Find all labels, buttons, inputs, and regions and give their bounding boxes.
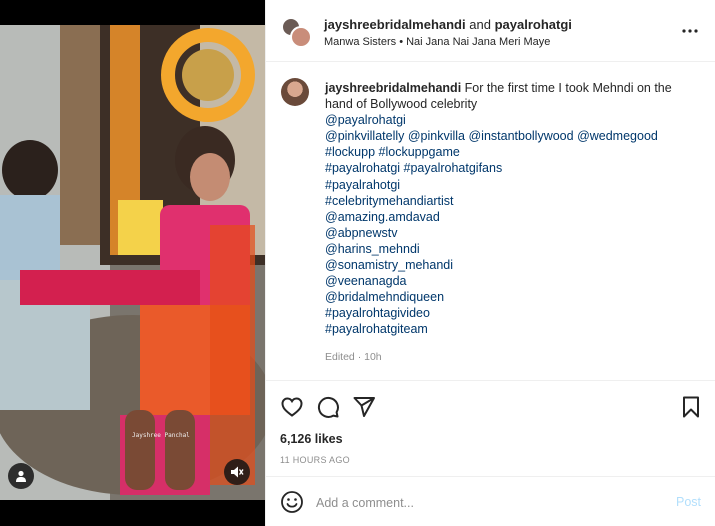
mute-toggle-button[interactable] bbox=[224, 459, 250, 485]
emoji-button[interactable] bbox=[280, 490, 304, 514]
video-watermark: Jayshree Panchal bbox=[132, 432, 190, 439]
save-button[interactable] bbox=[679, 395, 703, 419]
caption-tag-line[interactable]: #payalrohatgiteam bbox=[325, 321, 697, 337]
collab-avatars[interactable] bbox=[281, 17, 313, 49]
authors-connector: and bbox=[469, 17, 491, 32]
caption-tag-line[interactable]: @payalrohatgi bbox=[325, 112, 697, 128]
post-authors: jayshreebridalmehandi and payalrohatgi bbox=[324, 17, 572, 32]
post-header: jayshreebridalmehandi and payalrohatgi M… bbox=[266, 0, 715, 62]
caption-tag-line[interactable]: @pinkvillatelly @pinkvilla @instantbolly… bbox=[325, 128, 697, 144]
caption-tag-line[interactable]: @amazing.amdavad bbox=[325, 209, 697, 225]
caption-tag-line[interactable]: #payalrohtagivideo bbox=[325, 305, 697, 321]
caption-tag-line[interactable]: @sonamistry_mehandi bbox=[325, 257, 697, 273]
caption-author-link[interactable]: jayshreebridalmehandi bbox=[325, 81, 461, 95]
post-timestamp[interactable]: 11 HOURS AGO bbox=[280, 455, 350, 465]
caption-section: jayshreebridalmehandi For the first time… bbox=[266, 62, 715, 380]
comment-input[interactable] bbox=[316, 493, 656, 513]
post-dialog: Jayshree Panchal jayshreebridalmehandi a… bbox=[0, 0, 715, 526]
speaker-muted-icon bbox=[231, 466, 244, 478]
post-details-panel: jayshreebridalmehandi and payalrohatgi M… bbox=[265, 0, 715, 526]
video-frame bbox=[0, 25, 265, 500]
caption-tag-line[interactable]: @abpnewstv bbox=[325, 225, 697, 241]
bookmark-icon bbox=[683, 396, 699, 418]
coauthor-link[interactable]: payalrohatgi bbox=[495, 17, 572, 32]
more-options-button[interactable] bbox=[680, 22, 700, 40]
more-horizontal-icon bbox=[682, 29, 698, 33]
comment-bar: Post bbox=[266, 476, 715, 526]
user-icon bbox=[16, 470, 26, 482]
caption-text: jayshreebridalmehandi For the first time… bbox=[325, 80, 697, 338]
post-video[interactable]: Jayshree Panchal bbox=[0, 0, 265, 526]
tagged-users-button[interactable] bbox=[8, 463, 34, 489]
share-button[interactable] bbox=[352, 395, 376, 419]
caption-tag-line[interactable]: #payalrohatgi #payalrohatgifans bbox=[325, 160, 697, 176]
send-icon bbox=[353, 397, 375, 417]
caption-tag-line[interactable]: #celebritymehandiartist bbox=[325, 193, 697, 209]
edited-timestamp: Edited · 10h bbox=[325, 351, 382, 363]
comment-button[interactable] bbox=[316, 395, 340, 419]
caption-tag-line[interactable]: @harins_mehndi bbox=[325, 241, 697, 257]
post-comment-button[interactable]: Post bbox=[676, 495, 701, 509]
avatar[interactable] bbox=[281, 78, 309, 106]
caption-tag-line[interactable]: #lockupp #lockuppgame bbox=[325, 144, 697, 160]
author-link[interactable]: jayshreebridalmehandi bbox=[324, 17, 466, 32]
avatar bbox=[290, 26, 312, 48]
heart-icon bbox=[281, 397, 303, 417]
audio-track-link[interactable]: Manwa Sisters • Nai Jana Nai Jana Meri M… bbox=[324, 36, 550, 48]
comment-icon bbox=[317, 396, 339, 418]
emoji-icon bbox=[281, 491, 303, 513]
caption-tag-line[interactable]: @veenanagda bbox=[325, 273, 697, 289]
caption-tag-line[interactable]: @bridalmehndiqueen bbox=[325, 289, 697, 305]
like-button[interactable] bbox=[280, 395, 304, 419]
post-actions: 6,126 likes 11 HOURS AGO bbox=[266, 380, 715, 476]
likes-count[interactable]: 6,126 likes bbox=[280, 432, 343, 446]
caption-tag-line[interactable]: #payalrahotgi bbox=[325, 177, 697, 193]
